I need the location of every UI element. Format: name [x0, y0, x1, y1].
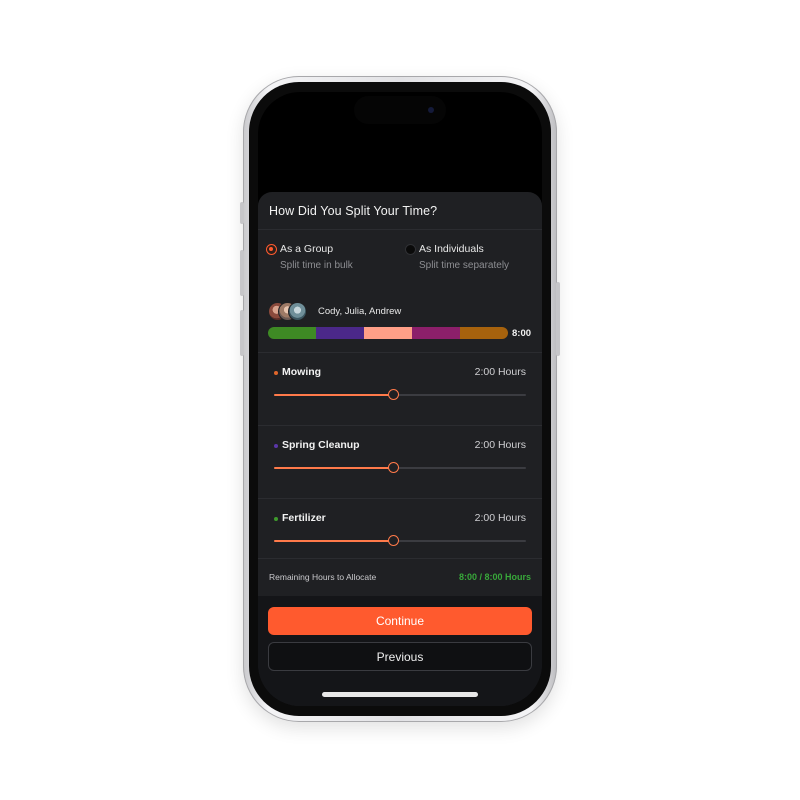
task-name: Fertilizer [282, 512, 326, 524]
allocation-segment [268, 327, 316, 339]
hours-slider[interactable] [274, 535, 526, 547]
allocation-segment [460, 327, 508, 339]
action-button [240, 202, 244, 224]
slider-fill [274, 540, 394, 542]
slider-thumb[interactable] [388, 535, 400, 546]
power-button [556, 282, 560, 356]
slider-thumb[interactable] [388, 389, 400, 400]
previous-button[interactable]: Previous [268, 642, 532, 671]
hours-slider[interactable] [274, 389, 526, 401]
radio-unselected-icon [405, 244, 416, 255]
task-color-dot [274, 444, 278, 448]
task-row-spring-cleanup: Spring Cleanup 2:00 Hours [258, 426, 542, 499]
divider [258, 229, 542, 230]
task-row-mowing: Mowing 2:00 Hours [258, 353, 542, 426]
split-time-sheet: How Did You Split Your Time? As a Group … [258, 192, 542, 706]
phone-screen: How Did You Split Your Time? As a Group … [258, 92, 542, 706]
allocation-segment [364, 327, 412, 339]
allocation-segment [412, 327, 460, 339]
task-hours: 2:00 Hours [474, 512, 526, 524]
continue-button[interactable]: Continue [268, 607, 532, 635]
camera-icon [428, 107, 434, 113]
task-hours: 2:00 Hours [474, 439, 526, 451]
sheet-title: How Did You Split Your Time? [269, 204, 438, 218]
task-name: Mowing [282, 366, 322, 378]
option-title: As Individuals [419, 243, 484, 255]
slider-thumb[interactable] [388, 462, 400, 473]
hours-slider[interactable] [274, 462, 526, 474]
crew-avatars [268, 302, 312, 322]
option-title: As a Group [280, 243, 334, 255]
task-name: Spring Cleanup [282, 439, 360, 451]
action-footer: Continue Previous [258, 596, 542, 706]
option-subtitle: Split time separately [419, 260, 510, 271]
allocation-segment [316, 327, 364, 339]
avatar [288, 302, 307, 321]
radio-selected-icon [266, 244, 277, 255]
volume-down-button [240, 310, 244, 356]
total-hours: 8:00 [512, 328, 532, 339]
task-color-dot [274, 371, 278, 375]
task-hours: 2:00 Hours [474, 366, 526, 378]
remaining-hours-value: 8:00 / 8:00 Hours [458, 572, 531, 582]
task-color-dot [274, 517, 278, 521]
option-subtitle: Split time in bulk [280, 260, 353, 271]
home-indicator[interactable] [322, 692, 478, 697]
volume-up-button [240, 250, 244, 296]
slider-fill [274, 394, 394, 396]
dynamic-island [354, 96, 446, 124]
remaining-hours-label: Remaining Hours to Allocate [269, 572, 377, 582]
slider-fill [274, 467, 394, 469]
crew-names: Cody, Julia, Andrew [318, 306, 402, 317]
task-row-fertilizer: Fertilizer 2:00 Hours [258, 499, 542, 572]
divider [258, 558, 542, 559]
time-allocation-bar [268, 327, 508, 339]
